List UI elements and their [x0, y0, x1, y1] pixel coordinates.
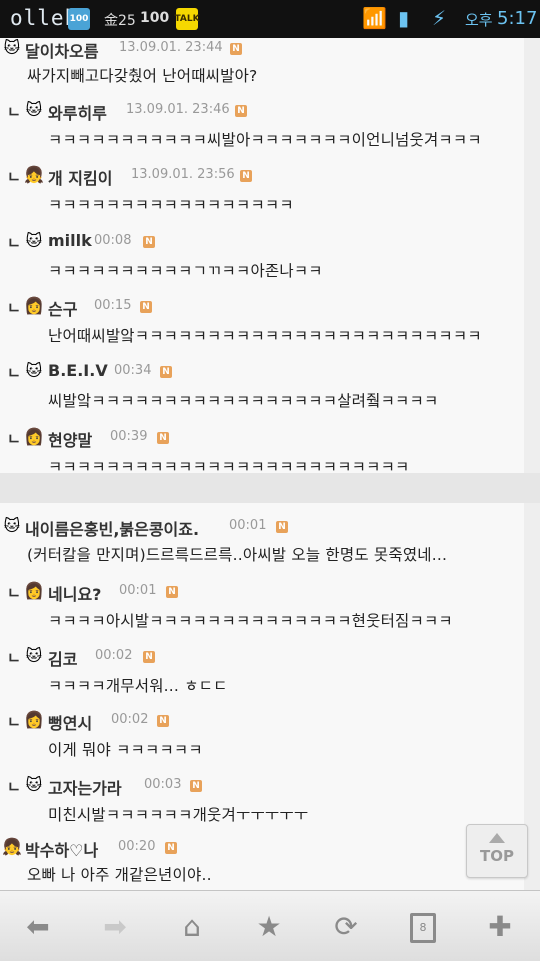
comment-text: 이게 뭐야 ㅋㅋㅋㅋㅋㅋ	[48, 741, 203, 759]
new-badge-icon: N	[140, 301, 152, 313]
arrow-up-icon	[489, 833, 505, 843]
new-badge-icon: N	[157, 715, 169, 727]
comment-text: ㅋㅋㅋㅋ개무서워... ㅎㄷㄷ	[48, 677, 228, 695]
comment-author[interactable]: 달이차오름	[25, 38, 99, 62]
comment-author[interactable]: 개 지킴이	[48, 165, 112, 189]
comment-time: 00:01	[229, 518, 267, 533]
comment-author[interactable]: 네니요?	[48, 581, 101, 605]
comment-time: 13.09.01. 23:44	[119, 40, 223, 55]
comment-time: 00:02	[111, 712, 149, 727]
scroll-top-button[interactable]: TOP	[466, 824, 528, 878]
comment-time: 13.09.01. 23:56	[131, 167, 235, 182]
comment-time: 00:15	[94, 298, 132, 313]
comment-time: 00:39	[110, 429, 148, 444]
reply-arrow-icon: ㄴ	[7, 103, 21, 121]
group-divider	[0, 473, 540, 503]
comment-author[interactable]: 고자는가라	[48, 775, 122, 799]
comment-author[interactable]: 뻥연시	[48, 710, 92, 734]
comment-time: 00:20	[118, 839, 156, 854]
ampm-label: 오후	[465, 11, 493, 29]
comment-author[interactable]: 김코	[48, 646, 77, 670]
user-avatar-icon: 🐱	[25, 775, 43, 794]
tabs-count: 8	[410, 913, 436, 943]
comment-time: 00:34	[114, 363, 152, 378]
new-badge-icon: N	[157, 432, 169, 444]
comment-text: ㅋㅋㅋㅋㅋㅋㅋㅋㅋㅋㅋㅋㅋㅋㅋㅋㅋㅋㅋㅋㅋㅋㅋㅋㅋ	[48, 458, 410, 476]
clock: 5:17	[497, 8, 538, 29]
reply-arrow-icon: ㄴ	[7, 713, 21, 731]
user-avatar-icon: 👧	[2, 837, 22, 856]
new-badge-icon: N	[240, 170, 252, 182]
reply-arrow-icon: ㄴ	[7, 430, 21, 448]
browser-toolbar: ⬅ ➡ ⌂ ★ ⟳ 8 ✚	[0, 890, 540, 961]
refresh-button[interactable]: ⟳	[326, 907, 366, 947]
new-badge-icon: N	[143, 236, 155, 248]
user-avatar-icon: 🐱	[3, 516, 21, 535]
reply-arrow-icon: ㄴ	[7, 168, 21, 186]
comment-text: 미친시발ㅋㅋㅋㅋㅋㅋ개웃겨ㅜㅜㅜㅜㅜ	[48, 806, 309, 824]
comment-text: ㅋㅋㅋㅋ아시발ㅋㅋㅋㅋㅋㅋㅋㅋㅋㅋㅋㅋㅋㅋ현웃터짐ㅋㅋㅋ	[48, 612, 453, 630]
comment-author[interactable]: B.E.I.V	[48, 361, 108, 380]
user-avatar-icon: 👧	[24, 165, 44, 184]
comment-author[interactable]: 현양말	[48, 427, 92, 451]
user-avatar-icon: 🐱	[25, 231, 43, 250]
user-avatar-icon: 👩	[24, 710, 44, 729]
comment-text: ㅋㅋㅋㅋㅋㅋㅋㅋㅋㅋㄱㄲㅋㅋ아존나ㅋㅋ	[48, 262, 323, 280]
comment-text: 난어때씨발앜ㅋㅋㅋㅋㅋㅋㅋㅋㅋㅋㅋㅋㅋㅋㅋㅋㅋㅋㅋㅋㅋㅋㅋㅋ	[48, 327, 482, 345]
comment-author[interactable]: 슨구	[48, 296, 77, 320]
comment-author[interactable]: 와루히루	[48, 100, 107, 124]
bookmark-star-button[interactable]: ★	[249, 907, 289, 947]
comment-time: 00:08	[94, 233, 132, 248]
user-avatar-icon: 👩	[24, 581, 44, 600]
kakaotalk-icon: TALK	[174, 8, 200, 30]
comment-text: ㅋㅋㅋㅋㅋㅋㅋㅋㅋㅋㅋ씨발아ㅋㅋㅋㅋㅋㅋㅋ이언니넘웃겨ㅋㅋㅋ	[48, 131, 482, 149]
comment-text: 씨발앜ㅋㅋㅋㅋㅋㅋㅋㅋㅋㅋㅋㅋㅋㅋㅋㅋㅋ살려줰ㅋㅋㅋㅋ	[48, 392, 439, 410]
comment-author[interactable]: 박수하♡나	[25, 837, 98, 861]
tabs-button[interactable]: 8	[403, 907, 443, 947]
comment-author[interactable]: 내이름은홍빈,붉은콩이죠.	[25, 516, 199, 540]
new-badge-icon: N	[143, 651, 155, 663]
reply-arrow-icon: ㄴ	[7, 234, 21, 252]
new-badge-icon: N	[160, 366, 172, 378]
comment-text: 싸가지빼고다갖췄어 난어때씨발아?	[27, 67, 258, 85]
new-badge-icon: N	[235, 105, 247, 117]
scroll-top-label: TOP	[480, 847, 514, 865]
comment-time: 00:01	[119, 583, 157, 598]
comment-time: 13.09.01. 23:46	[126, 102, 230, 117]
new-badge-icon: N	[165, 842, 177, 854]
user-avatar-icon: 🐱	[3, 38, 21, 57]
user-avatar-icon: 👩	[24, 427, 44, 446]
reply-arrow-icon: ㄴ	[7, 778, 21, 796]
new-badge-icon: N	[276, 521, 288, 533]
user-avatar-icon: 🐱	[25, 100, 43, 119]
user-avatar-icon: 🐱	[25, 361, 43, 380]
comment-text: 오빠 나 아주 개같은년이야..	[27, 866, 212, 884]
forward-button[interactable]: ➡	[95, 907, 135, 947]
reply-arrow-icon: ㄴ	[7, 584, 21, 602]
comment-text: (커터칼을 만지며)드르륵드르륵..아씨발 오늘 한명도 못죽였네...	[27, 546, 448, 564]
comment-author[interactable]: millk	[48, 231, 92, 250]
status-bar: olleh 100 金25 100 TALK 📶 ▮ ⚡ 오후 5:17	[0, 0, 540, 38]
new-badge-icon: N	[166, 586, 178, 598]
battery-charging-icon: ⚡	[432, 6, 447, 30]
reply-arrow-icon: ㄴ	[7, 364, 21, 382]
back-button[interactable]: ⬅	[18, 907, 58, 947]
user-avatar-icon: 🐱	[25, 646, 43, 665]
comment-time: 00:02	[95, 648, 133, 663]
comment-thread: 🐱 달이차오름 13.09.01. 23:44 N 싸가지빼고다갖췄어 난어때씨…	[0, 38, 540, 890]
new-badge-icon: N	[190, 780, 202, 792]
reply-arrow-icon: ㄴ	[7, 299, 21, 317]
new-tab-button[interactable]: ✚	[480, 907, 520, 947]
user-avatar-icon: 👩	[24, 296, 44, 315]
reply-arrow-icon: ㄴ	[7, 649, 21, 667]
home-button[interactable]: ⌂	[172, 907, 212, 947]
new-badge-icon: N	[230, 43, 242, 55]
comment-text: ㅋㅋㅋㅋㅋㅋㅋㅋㅋㅋㅋㅋㅋㅋㅋㅋㅋ	[48, 196, 294, 214]
comment-time: 00:03	[144, 777, 182, 792]
count-indicator: 100	[140, 10, 170, 26]
signal-icon: ▮	[398, 6, 410, 30]
wifi-icon: 📶	[362, 6, 387, 30]
gold-indicator: 金25	[104, 13, 136, 29]
battery-badge-icon: 100	[68, 8, 90, 30]
